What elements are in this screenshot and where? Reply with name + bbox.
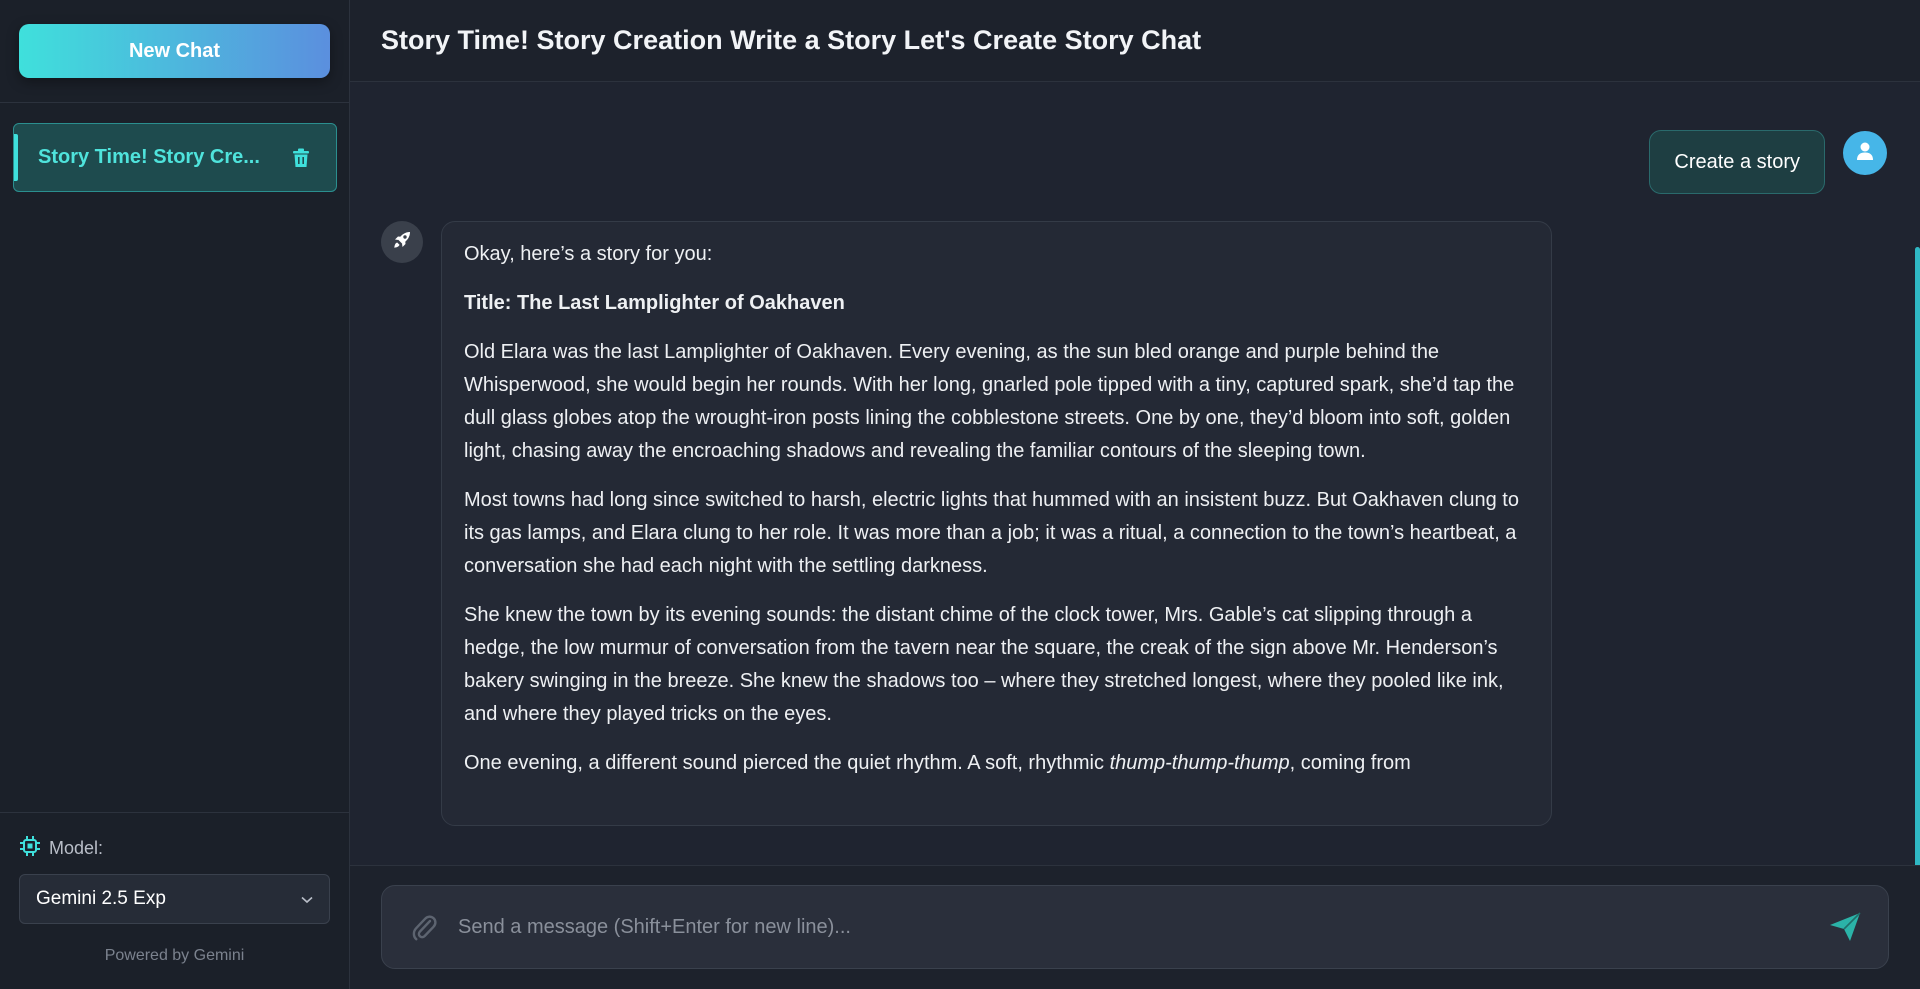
composer <box>381 885 1889 969</box>
send-icon[interactable] <box>1828 911 1862 943</box>
composer-area <box>350 865 1920 989</box>
user-avatar <box>1843 131 1887 175</box>
chat-title: Story Time! Story Creation Write a Story… <box>381 25 1202 55</box>
model-select[interactable]: Gemini 2.5 Exp <box>19 874 330 924</box>
story-paragraph-4-end: , coming from <box>1289 752 1411 774</box>
chat-header: Story Time! Story Creation Write a Story… <box>350 0 1920 82</box>
powered-by-text: Powered by Gemini <box>104 947 245 964</box>
chevron-down-icon <box>301 888 313 910</box>
sidebar-footer: Model: Gemini 2.5 Exp Powered by Gemini <box>0 812 349 989</box>
sidebar: New Chat Story Time! Story Cre... Model:… <box>0 0 350 989</box>
trash-icon[interactable] <box>290 147 312 169</box>
paperclip-icon[interactable] <box>410 912 438 942</box>
new-chat-button[interactable]: New Chat <box>19 24 330 78</box>
new-chat-section: New Chat <box>0 0 349 103</box>
bot-intro-text: Okay, here’s a story for you: <box>464 243 713 265</box>
main-panel: Story Time! Story Creation Write a Story… <box>350 0 1920 989</box>
message-input[interactable] <box>458 915 1808 939</box>
scrollbar-thumb[interactable] <box>1915 247 1920 865</box>
story-paragraph-3: She knew the town by its evening sounds:… <box>464 604 1504 725</box>
user-message-bubble: Create a story <box>1649 130 1825 194</box>
chat-item-label: Story Time! Story Cre... <box>38 146 260 168</box>
story-paragraph-4: One evening, a different sound pierced t… <box>464 747 1529 780</box>
rocket-icon <box>390 228 414 257</box>
message-list[interactable]: Create a story Okay, here’s a story for … <box>350 82 1920 865</box>
user-message-row: Create a story <box>1649 130 1887 194</box>
chat-item-active[interactable]: Story Time! Story Cre... <box>13 123 337 192</box>
bot-message-bubble: Okay, here’s a story for you: Title: The… <box>441 221 1552 826</box>
story-paragraph-1: Old Elara was the last Lamplighter of Oa… <box>464 341 1515 462</box>
bot-avatar <box>381 221 423 263</box>
model-label-row: Model: <box>19 835 330 862</box>
user-message-text: Create a story <box>1674 150 1800 173</box>
chat-list: Story Time! Story Cre... <box>0 103 349 812</box>
chip-icon <box>19 835 41 862</box>
story-title: Title: The Last Lamplighter of Oakhaven <box>464 292 845 314</box>
story-paragraph-4-start: One evening, a different sound pierced t… <box>464 752 1110 774</box>
user-icon <box>1854 140 1876 167</box>
bot-message-row: Okay, here’s a story for you: Title: The… <box>381 221 1552 826</box>
story-emphasis: thump-thump-thump <box>1109 752 1290 774</box>
model-select-value: Gemini 2.5 Exp <box>36 888 166 909</box>
model-label: Model: <box>49 838 104 858</box>
story-paragraph-2: Most towns had long since switched to ha… <box>464 489 1519 577</box>
